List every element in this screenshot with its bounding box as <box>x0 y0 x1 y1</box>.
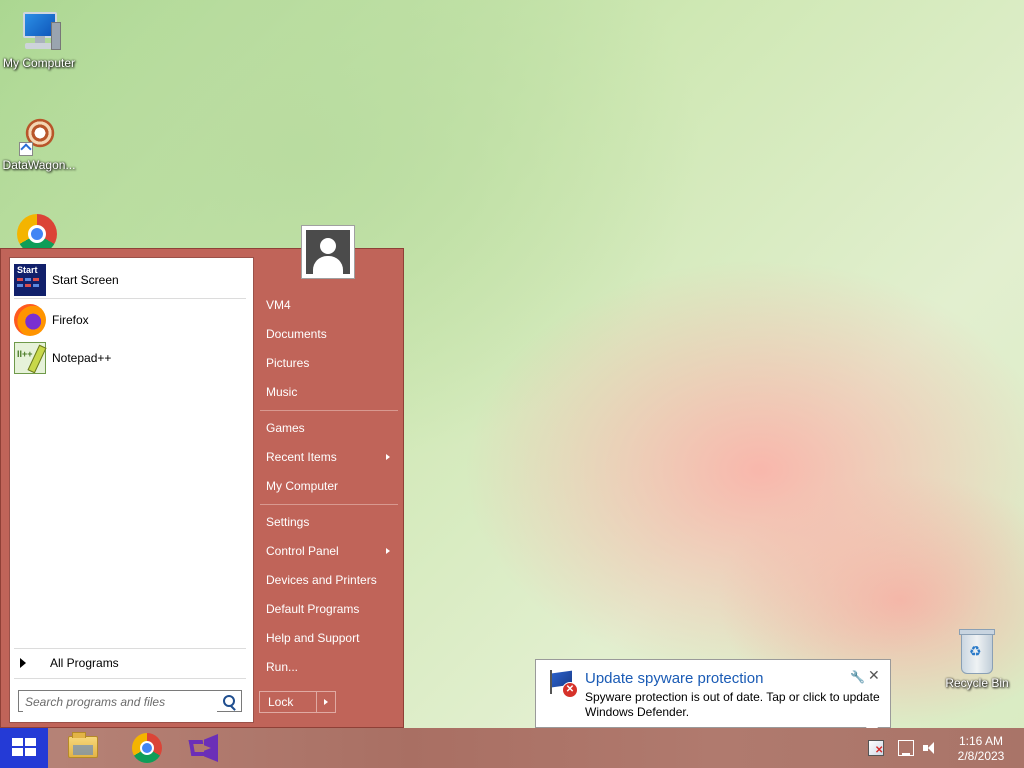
taskbar-file-explorer[interactable] <box>56 730 104 766</box>
start-right-item-help-support[interactable]: Help and Support <box>266 627 396 649</box>
start-right-item-vm4[interactable]: VM4 <box>266 294 396 316</box>
start-item-label: Start Screen <box>52 273 119 287</box>
search-input[interactable] <box>23 692 217 712</box>
notification-title: Update spyware protection <box>585 670 764 687</box>
desktop-icon-my-computer[interactable]: My Computer <box>1 10 77 70</box>
desktop-icon-label: My Computer <box>2 56 76 70</box>
firefox-icon <box>14 304 46 336</box>
desktop-icon-label: DataWagon... <box>2 158 76 172</box>
start-right-item-control-panel[interactable]: Control Panel <box>266 540 396 562</box>
notification-message: Spyware protection is out of date. Tap o… <box>585 690 880 719</box>
divider <box>14 298 246 299</box>
computer-icon <box>17 10 61 54</box>
action-center-flag-icon[interactable] <box>868 740 884 756</box>
notepadpp-icon <box>14 342 46 374</box>
start-right-item-recent-items[interactable]: Recent Items <box>266 446 396 468</box>
lock-button[interactable]: Lock <box>259 691 317 713</box>
desktop-icon-label: Recycle Bin <box>945 676 1009 690</box>
divider <box>14 678 246 679</box>
taskbar: 1:16 AM 2/8/2023 <box>0 728 1024 768</box>
network-icon[interactable] <box>898 740 914 756</box>
action-center-flag-icon: ✕ <box>548 670 578 698</box>
start-item-firefox[interactable]: Firefox <box>14 304 248 336</box>
start-right-item-pictures[interactable]: Pictures <box>266 352 396 374</box>
user-icon <box>306 230 350 274</box>
start-search-box[interactable] <box>18 690 242 712</box>
start-right-item-games[interactable]: Games <box>266 417 396 439</box>
start-right-item-default-programs[interactable]: Default Programs <box>266 598 396 620</box>
system-clock[interactable]: 1:16 AM 2/8/2023 <box>947 734 1015 764</box>
start-button[interactable] <box>0 728 48 768</box>
file-explorer-icon <box>68 732 98 758</box>
start-right-item-settings[interactable]: Settings <box>266 511 396 533</box>
divider <box>260 410 398 411</box>
start-menu: Start Start Screen Firefox Notepad++ All… <box>0 225 404 728</box>
shutdown-options-button[interactable] <box>316 691 336 713</box>
start-screen-icon: Start <box>14 264 46 296</box>
start-right-item-devices-printers[interactable]: Devices and Printers <box>266 569 396 591</box>
all-programs-button[interactable]: All Programs <box>20 652 245 674</box>
start-item-notepadpp[interactable]: Notepad++ <box>14 342 248 374</box>
user-avatar[interactable] <box>301 225 355 279</box>
error-icon: ✕ <box>562 682 578 698</box>
recycle-bin-icon <box>959 629 995 674</box>
shortcut-arrow-icon <box>19 142 33 156</box>
wrench-icon[interactable]: 🔧 <box>850 670 865 684</box>
start-right-item-run[interactable]: Run... <box>266 656 396 678</box>
start-menu-programs-pane: Start Start Screen Firefox Notepad++ All… <box>9 257 254 723</box>
visual-studio-icon <box>190 734 220 762</box>
notification-toast[interactable]: ✕ Update spyware protection Spyware prot… <box>535 659 891 737</box>
start-right-item-music[interactable]: Music <box>266 381 396 403</box>
start-right-item-my-computer[interactable]: My Computer <box>266 475 396 497</box>
taskbar-visual-studio[interactable] <box>176 730 224 766</box>
submenu-arrow-icon <box>386 548 390 554</box>
start-item-label: Notepad++ <box>52 351 112 365</box>
divider <box>260 504 398 505</box>
start-item-start-screen[interactable]: Start Start Screen <box>14 264 248 296</box>
all-programs-label: All Programs <box>50 656 119 670</box>
clock-time: 1:16 AM <box>958 734 1004 748</box>
desktop-icon-datawagon[interactable]: DataWagon... <box>1 112 77 172</box>
datawagon-icon <box>17 112 61 156</box>
triangle-right-icon <box>20 658 26 668</box>
chrome-icon <box>132 733 162 763</box>
divider <box>14 648 246 649</box>
close-icon[interactable]: ✕ <box>868 667 880 684</box>
desktop-icon-recycle-bin[interactable]: Recycle Bin <box>941 629 1013 690</box>
clock-date: 2/8/2023 <box>957 749 1005 763</box>
submenu-arrow-icon <box>386 454 390 460</box>
taskbar-chrome[interactable] <box>118 730 166 766</box>
volume-icon[interactable] <box>922 740 938 756</box>
start-item-label: Firefox <box>52 313 89 327</box>
windows-logo-icon <box>12 738 38 758</box>
start-right-item-documents[interactable]: Documents <box>266 323 396 345</box>
search-icon[interactable] <box>223 695 235 707</box>
